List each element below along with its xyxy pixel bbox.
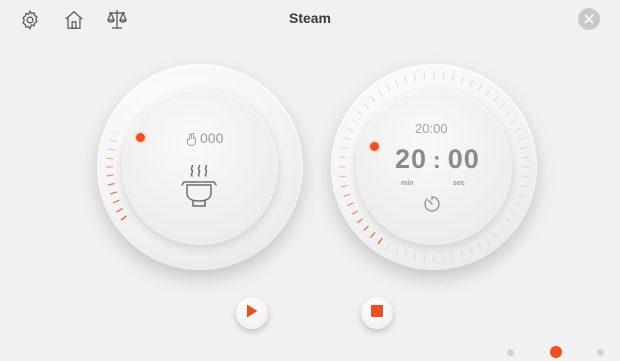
- stop-button[interactable]: [361, 297, 393, 329]
- remaining-seconds: 00: [447, 144, 480, 174]
- hand-icon: [186, 133, 197, 151]
- timer-dial[interactable]: 20:00 20:00 min sec: [331, 64, 537, 270]
- stop-icon: [371, 304, 383, 322]
- page-title: Steam: [288, 10, 332, 26]
- minutes-unit: min: [401, 180, 414, 187]
- top-bar: Steam: [0, 0, 620, 40]
- page-indicator-1[interactable]: [507, 349, 514, 356]
- timer-dial-indicator: [370, 142, 379, 151]
- steam-dial-indicator: [136, 133, 145, 142]
- close-icon[interactable]: [578, 8, 600, 30]
- timer-icon: [423, 195, 441, 218]
- set-time: 20:00: [415, 121, 448, 136]
- steam-count: 000: [200, 130, 224, 146]
- play-icon: [246, 304, 258, 323]
- steam-pot-icon: [181, 163, 217, 212]
- play-button[interactable]: [236, 297, 268, 329]
- remaining-minutes: 20: [395, 144, 428, 174]
- remaining-time: 20:00: [395, 144, 480, 175]
- time-separator: :: [433, 147, 442, 173]
- page-indicator-3[interactable]: [597, 349, 604, 356]
- steam-dial[interactable]: 000: [97, 64, 303, 270]
- seconds-unit: sec: [453, 180, 465, 187]
- page-indicator-2-active[interactable]: [550, 346, 562, 358]
